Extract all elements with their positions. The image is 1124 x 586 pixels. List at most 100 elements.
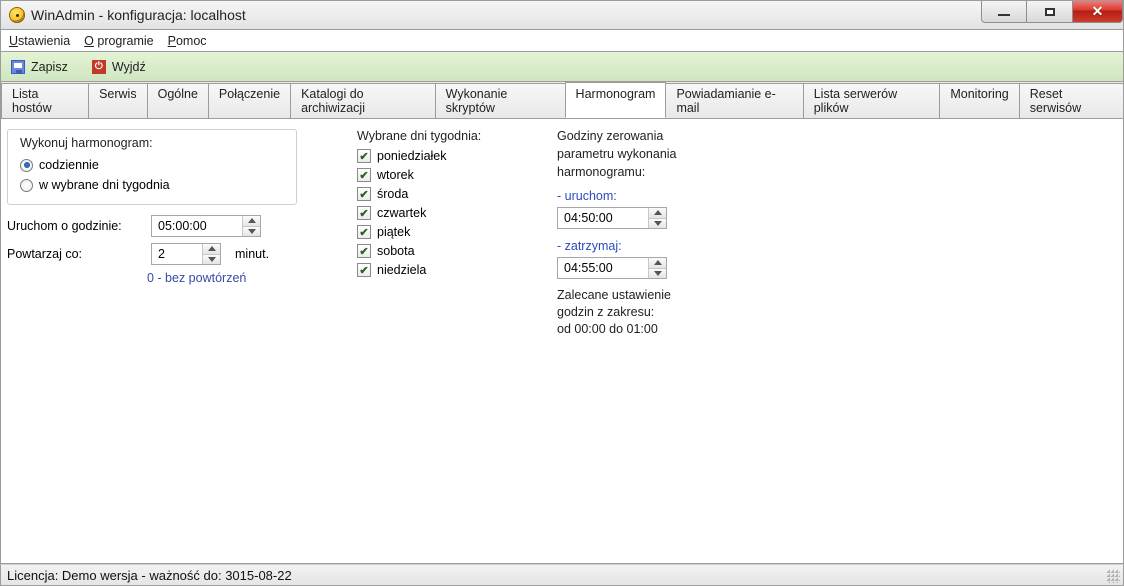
checkbox-icon: ✔	[357, 149, 371, 163]
app-icon	[9, 7, 25, 23]
minimize-button[interactable]	[981, 1, 1027, 23]
chk-sun[interactable]: ✔niedziela	[357, 263, 517, 277]
tab-monitoring[interactable]: Monitoring	[939, 83, 1019, 119]
tab-serwery[interactable]: Lista serwerów plików	[803, 83, 941, 119]
exit-button[interactable]: ⏻ Wyjdź	[92, 60, 146, 74]
tab-harmonogram[interactable]: Harmonogram	[565, 82, 667, 118]
repeat-value[interactable]: 2	[152, 244, 202, 264]
chevron-down-icon	[654, 271, 662, 276]
note3: od 00:00 do 01:00	[557, 321, 757, 338]
run-at-value[interactable]: 05:00:00	[152, 216, 242, 236]
checkbox-icon: ✔	[357, 206, 371, 220]
titlebar[interactable]: WinAdmin - konfiguracja: localhost ✕	[0, 0, 1124, 30]
stop-label: - zatrzymaj:	[557, 239, 757, 253]
menu-o-programie[interactable]: O programie	[84, 34, 153, 48]
col-days: Wybrane dni tygodnia: ✔poniedziałek ✔wto…	[357, 129, 517, 557]
maximize-icon	[1045, 8, 1055, 16]
run-at-spinner[interactable]: 05:00:00	[151, 215, 261, 237]
lbl-sun: niedziela	[377, 263, 426, 277]
reset-h3: harmonogramu:	[557, 165, 757, 179]
tab-katalogi[interactable]: Katalogi do archiwizacji	[290, 83, 436, 119]
stop-spin-btns	[648, 258, 666, 278]
start-down[interactable]	[649, 219, 666, 229]
start-up[interactable]	[649, 208, 666, 219]
lbl-fri: piątek	[377, 225, 410, 239]
tab-skrypty[interactable]: Wykonanie skryptów	[435, 83, 566, 119]
checkbox-icon: ✔	[357, 244, 371, 258]
note: Zalecane ustawienie godzin z zakresu: od…	[557, 287, 757, 338]
repeat-spinner[interactable]: 2	[151, 243, 221, 265]
menu-ustawienia[interactable]: Ustawienia	[9, 34, 70, 48]
exit-icon: ⏻	[92, 60, 106, 74]
chk-fri[interactable]: ✔ piątek	[357, 225, 517, 239]
save-icon	[11, 60, 25, 74]
statusbar: Licencja: Demo wersja - ważność do: 3015…	[0, 564, 1124, 586]
lbl-thu: czwartek	[377, 206, 426, 220]
save-label: Zapisz	[31, 60, 68, 74]
note2: godzin z zakresu:	[557, 304, 757, 321]
reset-h1: Godziny zerowania	[557, 129, 757, 143]
repeat-hint: 0 - bez powtórzeń	[147, 271, 297, 285]
repeat-label: Powtarzaj co:	[7, 247, 137, 261]
note1: Zalecane ustawienie	[557, 287, 757, 304]
col-reset-hours: Godziny zerowania parametru wykonania ha…	[557, 129, 757, 557]
close-button[interactable]: ✕	[1073, 1, 1123, 23]
chk-thu[interactable]: ✔ czwartek	[357, 206, 517, 220]
tabstrip: Lista hostów Serwis Ogólne Połączenie Ka…	[0, 82, 1124, 118]
chevron-up-icon	[248, 218, 256, 223]
resize-grip-icon[interactable]	[1106, 569, 1120, 583]
chk-mon[interactable]: ✔ poniedziałek	[357, 149, 517, 163]
menu-pomoc[interactable]: Pomoc	[168, 34, 207, 48]
radio-selected-indicator	[20, 179, 33, 192]
toolbar: Zapisz ⏻ Wyjdź	[0, 52, 1124, 82]
start-spin-btns	[648, 208, 666, 228]
chk-wed[interactable]: ✔środa	[357, 187, 517, 201]
chevron-up-icon	[654, 260, 662, 265]
menu-ustawienia-rest: stawienia	[18, 34, 70, 48]
chevron-up-icon	[208, 246, 216, 251]
run-at-up[interactable]	[243, 216, 260, 227]
tab-serwis[interactable]: Serwis	[88, 83, 148, 119]
window-buttons: ✕	[981, 1, 1123, 23]
stop-up[interactable]	[649, 258, 666, 269]
chk-sat[interactable]: ✔sobota	[357, 244, 517, 258]
chevron-up-icon	[654, 210, 662, 215]
radio-selected-label: w wybrane dni tygodnia	[39, 178, 170, 192]
stop-spinner[interactable]: 04:55:00	[557, 257, 667, 279]
stop-down[interactable]	[649, 269, 666, 279]
window-frame: WinAdmin - konfiguracja: localhost ✕ Ust…	[0, 0, 1124, 586]
days-header: Wybrane dni tygodnia:	[357, 129, 517, 143]
group-legend: Wykonuj harmonogram:	[20, 136, 284, 150]
status-text: Licencja: Demo wersja - ważność do: 3015…	[7, 568, 292, 583]
lbl-mon: poniedziałek	[377, 149, 447, 163]
radio-selected-days[interactable]: w wybrane dni tygodnia	[20, 178, 284, 192]
checkbox-icon: ✔	[357, 225, 371, 239]
tab-ogolne[interactable]: Ogólne	[147, 83, 209, 119]
col-schedule: Wykonuj harmonogram: codziennie w wybran…	[7, 129, 297, 557]
radio-daily-indicator	[20, 159, 33, 172]
start-label: - uruchom:	[557, 189, 757, 203]
row-run-at: Uruchom o godzinie: 05:00:00	[7, 215, 297, 237]
checkbox-icon: ✔	[357, 187, 371, 201]
tab-polaczenie[interactable]: Połączenie	[208, 83, 291, 119]
chevron-down-icon	[654, 221, 662, 226]
stop-value[interactable]: 04:55:00	[558, 258, 648, 278]
tab-reset[interactable]: Reset serwisów	[1019, 83, 1124, 119]
start-value[interactable]: 04:50:00	[558, 208, 648, 228]
run-at-down[interactable]	[243, 227, 260, 237]
chk-tue[interactable]: ✔wtorek	[357, 168, 517, 182]
repeat-unit: minut.	[235, 247, 269, 261]
window-title: WinAdmin - konfiguracja: localhost	[31, 7, 246, 23]
tab-lista-hostow[interactable]: Lista hostów	[1, 83, 89, 119]
radio-daily[interactable]: codziennie	[20, 158, 284, 172]
reset-h2: parametru wykonania	[557, 147, 757, 161]
lbl-tue: wtorek	[377, 168, 414, 182]
tab-email[interactable]: Powiadamianie e-mail	[665, 83, 803, 119]
chevron-down-icon	[208, 257, 216, 262]
maximize-button[interactable]	[1027, 1, 1073, 23]
repeat-down[interactable]	[203, 255, 220, 265]
save-button[interactable]: Zapisz	[11, 60, 68, 74]
start-spinner[interactable]: 04:50:00	[557, 207, 667, 229]
repeat-up[interactable]	[203, 244, 220, 255]
menubar: Ustawienia O programie Pomoc	[0, 30, 1124, 52]
